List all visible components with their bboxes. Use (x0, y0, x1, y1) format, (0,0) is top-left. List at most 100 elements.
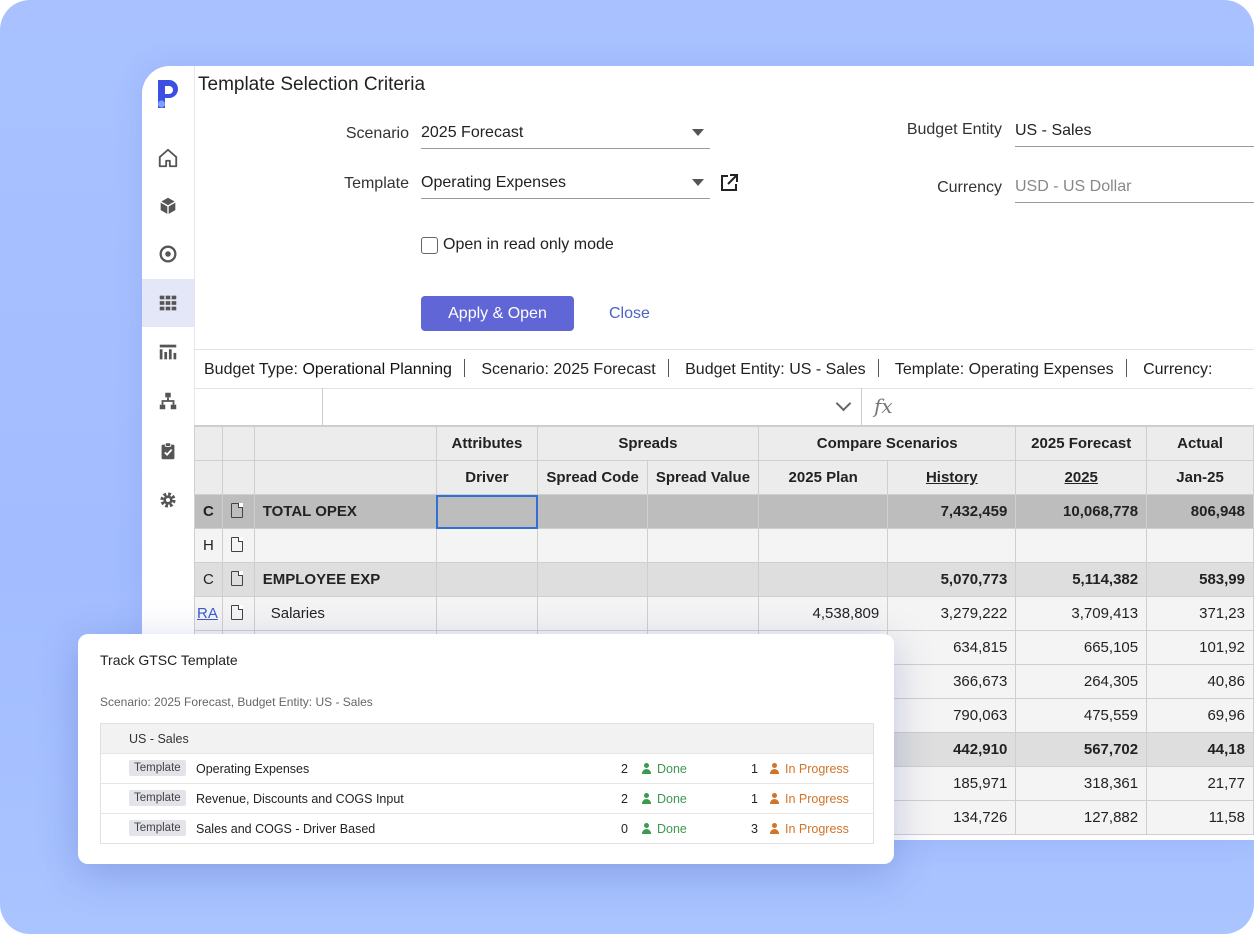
done-count: 2 (621, 762, 628, 776)
gear-icon (160, 492, 176, 508)
person-icon (769, 763, 780, 774)
template-label: Template (344, 175, 409, 192)
chart-icon (159, 344, 177, 360)
done-count: 2 (621, 792, 628, 806)
in-progress-status[interactable]: In Progress (769, 762, 849, 776)
sidebar-item-models[interactable] (142, 182, 194, 230)
in-progress-count: 1 (751, 762, 758, 776)
currency-field[interactable]: USD - US Dollar (1015, 172, 1254, 203)
apply-open-button[interactable]: Apply & Open (421, 296, 574, 331)
track-template-popup: Track GTSC Template Scenario: 2025 Forec… (78, 634, 894, 864)
table-row: C EMPLOYEE EXP 5,070,773 5,114,382 583,9… (194, 562, 1254, 597)
list-item[interactable]: Template Operating Expenses 2 Done 1 In … (101, 754, 873, 784)
sidebar-item-planning[interactable] (142, 279, 194, 327)
currency-value: USD - US Dollar (1015, 178, 1132, 195)
sidebar-item-hierarchy[interactable] (142, 377, 194, 425)
header-compare-scenarios: Compare Scenarios (758, 426, 1017, 461)
grid-icon (159, 295, 177, 311)
sidebar-item-home[interactable] (142, 134, 194, 182)
header-driver: Driver (435, 460, 539, 495)
document-icon (230, 503, 243, 518)
template-select[interactable]: Operating Expenses (421, 168, 710, 199)
chevron-down-icon[interactable] (835, 395, 852, 412)
header-attributes: Attributes (435, 426, 539, 461)
table-row: C TOTAL OPEX 7,432,459 10,068,778 806,94… (194, 494, 1254, 529)
target-icon (159, 245, 177, 263)
row-type-link[interactable]: RA (197, 605, 218, 622)
person-icon (769, 793, 780, 804)
template-tag: Template (129, 790, 186, 806)
info-budget-entity: Budget Entity: US - Sales (685, 361, 866, 378)
logo-icon (158, 80, 178, 108)
document-icon (230, 571, 243, 586)
in-progress-count: 3 (751, 822, 758, 836)
entity-name: US - Sales (129, 732, 189, 746)
header-2025-plan: 2025 Plan (758, 460, 889, 495)
hierarchy-icon (159, 392, 177, 410)
clipboard-icon (161, 442, 175, 460)
person-icon (641, 763, 652, 774)
template-name: Sales and COGS - Driver Based (196, 822, 376, 836)
popup-title: Track GTSC Template (100, 652, 238, 668)
external-link-icon[interactable] (719, 173, 739, 193)
header-2025-forecast: 2025 Forecast (1015, 426, 1148, 461)
document-icon (230, 537, 243, 552)
read-only-label: Open in read only mode (443, 236, 614, 253)
sidebar-item-reports[interactable] (142, 328, 194, 376)
caret-down-icon (692, 129, 704, 136)
context-info-bar: Budget Type: Operational Planning Scenar… (194, 349, 1254, 389)
read-only-checkbox[interactable] (421, 237, 438, 254)
info-currency: Currency: (1143, 361, 1213, 378)
list-item[interactable]: Template Sales and COGS - Driver Based 0… (101, 814, 873, 843)
budget-entity-value: US - Sales (1015, 122, 1092, 139)
budget-entity-select[interactable]: US - Sales (1015, 116, 1254, 147)
done-status[interactable]: Done (641, 762, 687, 776)
header-actual: Actual (1146, 426, 1254, 461)
home-icon (158, 148, 178, 168)
template-tag: Template (129, 760, 186, 776)
header-2025[interactable]: 2025 (1015, 460, 1148, 495)
table-row: RA Salaries 4,538,809 3,279,222 3,709,41… (194, 596, 1254, 631)
scenario-label: Scenario (345, 125, 409, 142)
column-header-row: Driver Spread Code Spread Value 2025 Pla… (194, 460, 1254, 495)
fx-icon[interactable]: fx (874, 394, 893, 418)
person-icon (769, 823, 780, 834)
person-icon (641, 823, 652, 834)
document-icon (230, 605, 243, 620)
sidebar-item-settings[interactable] (142, 476, 194, 524)
entity-header-row: US - Sales (101, 724, 873, 754)
info-scenario: Scenario: 2025 Forecast (481, 361, 656, 378)
header-spread-code: Spread Code (537, 460, 648, 495)
in-progress-status[interactable]: In Progress (769, 822, 849, 836)
scenario-value: 2025 Forecast (421, 124, 524, 141)
header-spreads: Spreads (537, 426, 760, 461)
in-progress-count: 1 (751, 792, 758, 806)
done-status[interactable]: Done (641, 792, 687, 806)
table-row: H (194, 528, 1254, 563)
sidebar-item-goals[interactable] (142, 230, 194, 278)
selected-cell[interactable] (435, 494, 539, 529)
template-tag: Template (129, 820, 186, 836)
page-title: Template Selection Criteria (198, 74, 426, 95)
done-count: 0 (621, 822, 628, 836)
popup-subtitle: Scenario: 2025 Forecast, Budget Entity: … (100, 695, 373, 709)
template-value: Operating Expenses (421, 174, 566, 191)
group-header-row: Attributes Spreads Compare Scenarios 202… (194, 426, 1254, 461)
template-name: Revenue, Discounts and COGS Input (196, 792, 404, 806)
close-button[interactable]: Close (609, 305, 650, 323)
budget-entity-label: Budget Entity (906, 121, 1002, 138)
done-status[interactable]: Done (641, 822, 687, 836)
header-history[interactable]: History (887, 460, 1017, 495)
info-budget-type: Budget Type: Operational Planning (204, 361, 452, 378)
list-item[interactable]: Template Revenue, Discounts and COGS Inp… (101, 784, 873, 814)
formula-bar: fx (194, 388, 1254, 426)
caret-down-icon (692, 179, 704, 186)
info-template: Template: Operating Expenses (894, 361, 1114, 378)
scenario-select[interactable]: 2025 Forecast (421, 118, 710, 149)
person-icon (641, 793, 652, 804)
template-status-table: US - Sales Template Operating Expenses 2… (100, 723, 874, 844)
template-name: Operating Expenses (196, 762, 310, 776)
in-progress-status[interactable]: In Progress (769, 792, 849, 806)
sidebar-item-tasks[interactable] (142, 427, 194, 475)
cell-reference-box[interactable] (194, 388, 323, 425)
